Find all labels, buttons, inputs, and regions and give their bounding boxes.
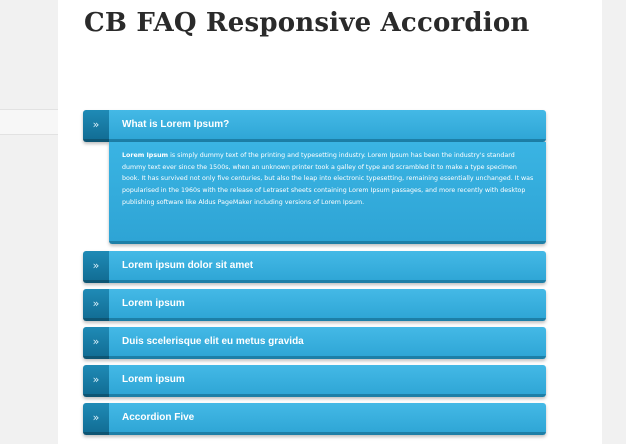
accordion-title: Duis scelerisque elit eu metus gravida xyxy=(122,336,304,347)
accordion-title: Accordion Five xyxy=(122,412,195,423)
accordion-item: » What is Lorem Ipsum? xyxy=(83,110,546,142)
accordion-title: Lorem ipsum xyxy=(122,298,185,309)
accordion-item: » Duis scelerisque elit eu metus gravida xyxy=(83,327,546,359)
accordion-item: » Lorem ipsum xyxy=(83,365,546,397)
accordion-header-what-is-lorem-ipsum[interactable]: » What is Lorem Ipsum? xyxy=(83,110,546,142)
expand-arrow-icon[interactable]: » xyxy=(83,327,109,359)
accordion-content: Lorem Ipsum is simply dummy text of the … xyxy=(122,150,534,209)
right-gutter xyxy=(602,0,626,444)
accordion-title-bar[interactable]: Lorem ipsum dolor sit amet xyxy=(109,251,546,283)
accordion-header-lorem-ipsum[interactable]: » Lorem ipsum xyxy=(83,289,546,321)
accordion-title-bar[interactable]: Accordion Five xyxy=(109,403,546,435)
admin-sidebar xyxy=(0,0,58,444)
main-content: CB FAQ Responsive Accordion » What is Lo… xyxy=(58,0,602,444)
accordion-title: What is Lorem Ipsum? xyxy=(122,119,230,130)
page-title: CB FAQ Responsive Accordion xyxy=(84,8,530,38)
expand-arrow-icon[interactable]: » xyxy=(83,110,109,142)
expand-arrow-icon[interactable]: » xyxy=(83,251,109,283)
accordion-panel: Lorem Ipsum is simply dummy text of the … xyxy=(109,142,546,244)
accordion-header-accordion-five[interactable]: » Accordion Five xyxy=(83,403,546,435)
accordion-title-bar[interactable]: Lorem ipsum xyxy=(109,365,546,397)
content-lead: Lorem Ipsum xyxy=(122,152,169,159)
accordion-title: Lorem ipsum xyxy=(122,374,185,385)
sidebar-row[interactable] xyxy=(0,109,58,135)
faq-accordion: » What is Lorem Ipsum? Lorem Ipsum is si… xyxy=(83,110,546,441)
accordion-header-lorem-ipsum-2[interactable]: » Lorem ipsum xyxy=(83,365,546,397)
accordion-header-lorem-ipsum-dolor[interactable]: » Lorem ipsum dolor sit amet xyxy=(83,251,546,283)
accordion-title-bar[interactable]: What is Lorem Ipsum? xyxy=(109,110,546,142)
expand-arrow-icon[interactable]: » xyxy=(83,365,109,397)
accordion-title-bar[interactable]: Duis scelerisque elit eu metus gravida xyxy=(109,327,546,359)
accordion-title: Lorem ipsum dolor sit amet xyxy=(122,260,254,271)
content-body: is simply dummy text of the printing and… xyxy=(122,152,534,206)
accordion-item: » Accordion Five xyxy=(83,403,546,435)
accordion-item: » Lorem ipsum dolor sit amet xyxy=(83,251,546,283)
expand-arrow-icon[interactable]: » xyxy=(83,403,109,435)
accordion-title-bar[interactable]: Lorem ipsum xyxy=(109,289,546,321)
expand-arrow-icon[interactable]: » xyxy=(83,289,109,321)
accordion-header-duis-scelerisque[interactable]: » Duis scelerisque elit eu metus gravida xyxy=(83,327,546,359)
accordion-item: » Lorem ipsum xyxy=(83,289,546,321)
